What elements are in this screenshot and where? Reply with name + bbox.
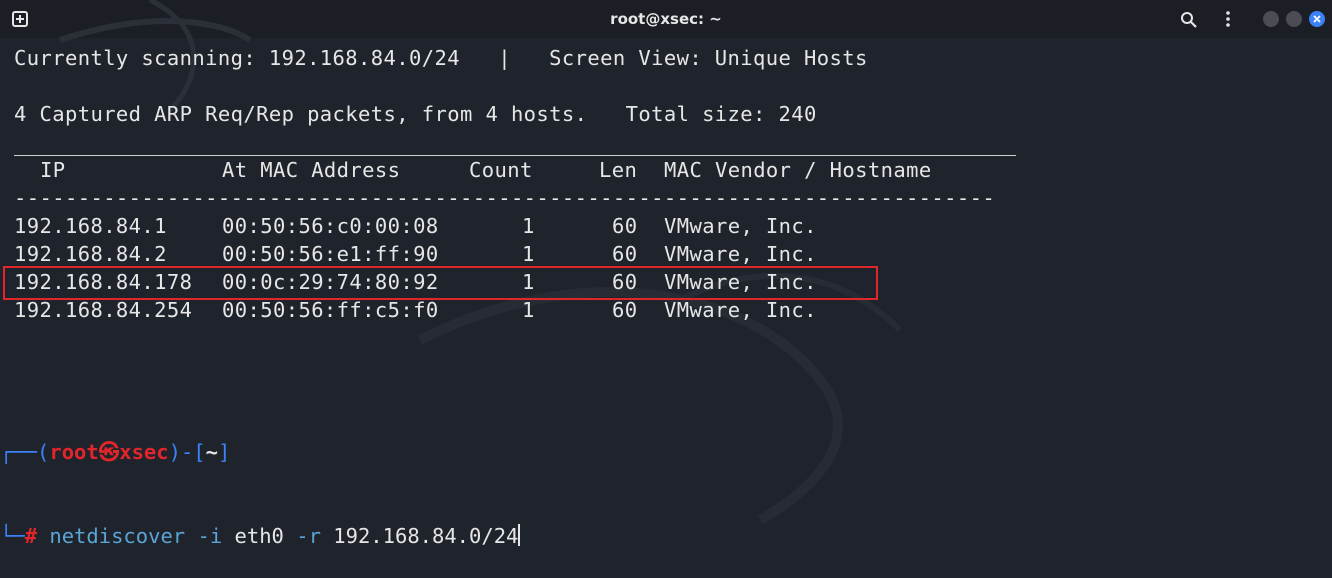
command-name[interactable]: netdiscover [49, 524, 185, 548]
prompt-frame-top: ┌──( [0, 440, 50, 464]
table-cell-mac: 00:50:56:c0:00:08 [222, 214, 439, 238]
table-cell-len: 60 [612, 242, 638, 266]
text-cursor [518, 524, 521, 546]
prompt-hash: # [24, 524, 38, 548]
prompt-user: root [49, 440, 99, 464]
command-flag-r[interactable]: -r [296, 524, 321, 548]
col-header-count: Count [469, 158, 533, 182]
prompt-frame-bottom: └─ [0, 524, 25, 548]
table-cell-count: 1 [522, 242, 535, 266]
table-cell-count: 1 [522, 298, 535, 322]
table-cell-ip: 192.168.84.2 [14, 242, 167, 266]
table-cell-ip: 192.168.84.1 [14, 214, 167, 238]
col-header-ip: IP [40, 158, 66, 182]
command-range[interactable]: 192.168.84.0/24 [333, 524, 518, 548]
command-flag-i[interactable]: -i [197, 524, 222, 548]
table-cell-mac: 00:50:56:ff:c5:f0 [222, 298, 439, 322]
capture-summary-line: 4 Captured ARP Req/Rep packets, from 4 h… [14, 102, 817, 126]
shell-prompt: ┌──(root㉿xsec)-[~] └─# netdiscover -i et… [0, 382, 521, 578]
table-cell-ip: 192.168.84.254 [14, 298, 193, 322]
command-iface[interactable]: eth0 [235, 524, 284, 548]
prompt-host: xsec [119, 440, 169, 464]
table-separator: ----------------------------------------… [14, 186, 996, 210]
table-cell-vendor: VMware, Inc. [664, 298, 817, 322]
scan-status-line: Currently scanning: 192.168.84.0/24 | Sc… [14, 46, 868, 70]
table-cell-count: 1 [522, 214, 535, 238]
col-header-vendor: MAC Vendor / Hostname [664, 158, 932, 182]
prompt-bracket-end: ] [218, 440, 231, 464]
prompt-bracket: )-[ [168, 440, 206, 464]
col-header-len: Len [599, 158, 638, 182]
table-cell-vendor: VMware, Inc. [664, 242, 817, 266]
table-cell-len: 60 [612, 298, 638, 322]
table-cell-len: 60 [612, 214, 638, 238]
prompt-dir: ~ [205, 440, 218, 464]
highlight-box [3, 266, 878, 300]
table-cell-vendor: VMware, Inc. [664, 214, 817, 238]
table-cell-mac: 00:50:56:e1:ff:90 [222, 242, 439, 266]
header-top-rule [14, 155, 1016, 156]
col-header-mac: At MAC Address [222, 158, 401, 182]
prompt-at-symbol: ㉿ [98, 440, 120, 464]
